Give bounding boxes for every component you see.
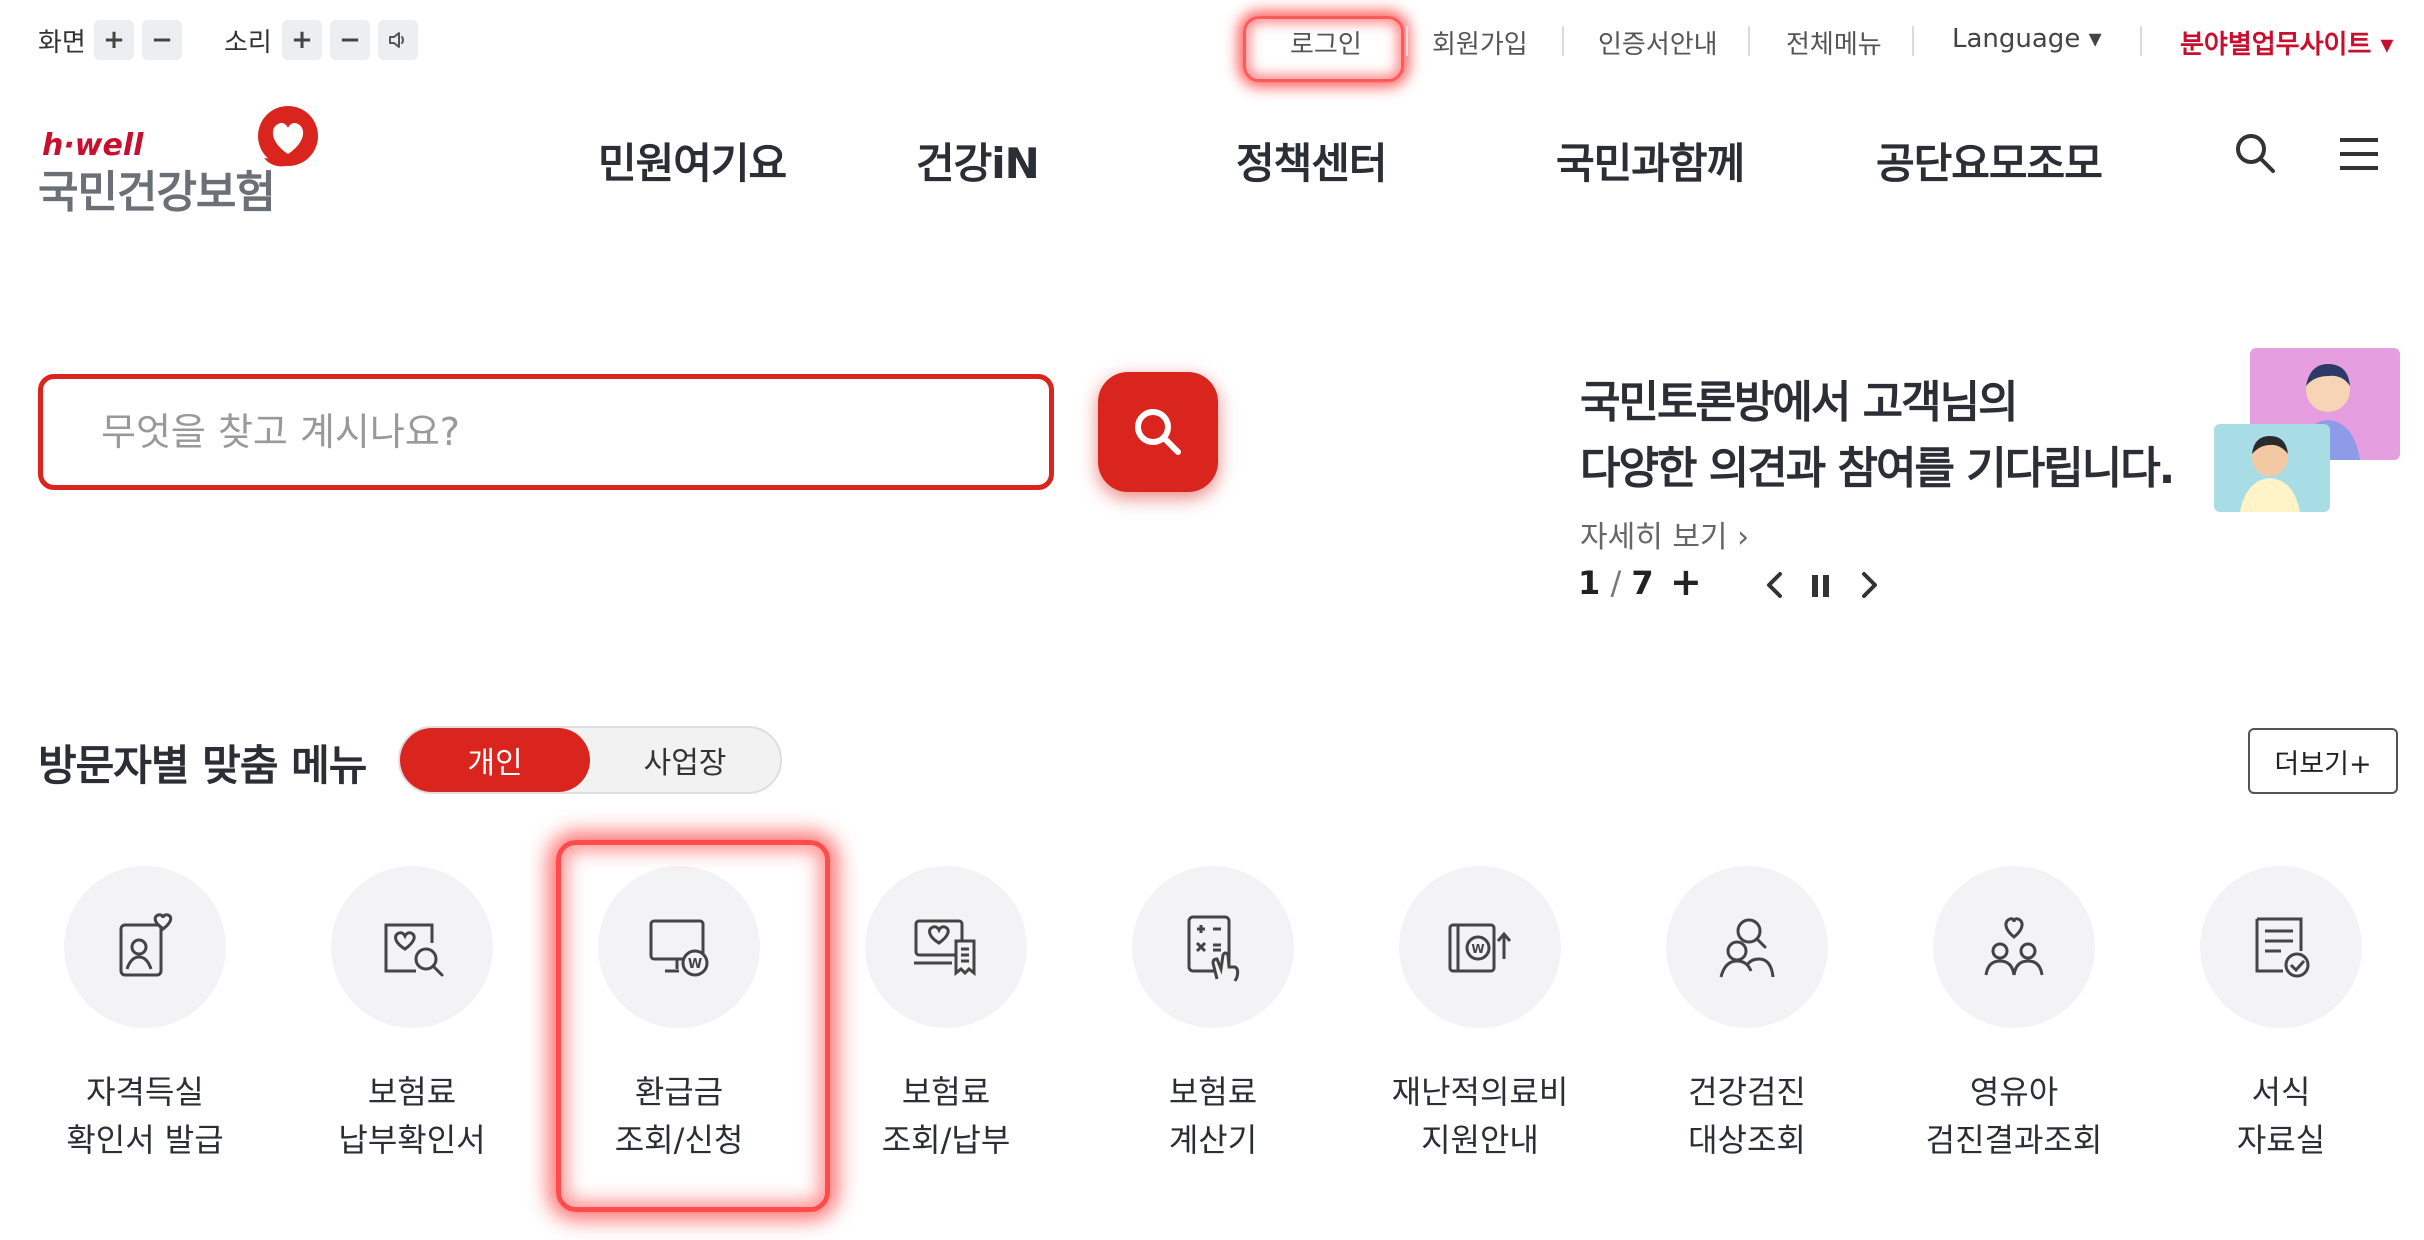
service-catastrophic-medical-button[interactable]: W xyxy=(1399,866,1561,1028)
service-label: 서식 자료실 xyxy=(2236,1073,2326,1159)
divider xyxy=(2140,26,2142,56)
more-button[interactable]: 더보기+ xyxy=(2248,728,2398,794)
banner-title-line1: 국민토론방에서 고객님의 xyxy=(1580,377,2019,428)
logo-heart-icon xyxy=(258,106,318,167)
search-icon xyxy=(1135,409,1181,455)
form-check-icon xyxy=(2255,917,2310,978)
banner-more-link[interactable]: 자세히 보기 › xyxy=(1580,512,1749,556)
discussion-illustration xyxy=(2214,348,2400,512)
hamburger-menu-icon[interactable] xyxy=(2336,134,2382,174)
divider xyxy=(1912,26,1914,56)
service-premium-calculator-button[interactable] xyxy=(1132,866,1294,1028)
all-menu-link[interactable]: 전체메뉴 xyxy=(1786,24,1882,61)
search-input[interactable] xyxy=(99,409,1049,455)
calculator-hand-icon xyxy=(1187,915,1240,982)
speaker-button[interactable] xyxy=(378,20,418,60)
slider-total: 7 xyxy=(1631,564,1654,602)
sound-up-button[interactable]: + xyxy=(282,20,322,60)
sound-down-button[interactable]: − xyxy=(330,20,370,60)
slider-prev-icon[interactable] xyxy=(1762,570,1788,600)
service-health-checkup-button[interactable] xyxy=(1666,866,1828,1028)
sound-label: 소리 xyxy=(224,28,272,58)
search-box xyxy=(38,374,1054,490)
divider xyxy=(1748,26,1750,56)
login-highlight xyxy=(1243,16,1404,82)
divider xyxy=(1406,26,1408,56)
speaker-icon xyxy=(389,32,404,48)
service-label: 보험료 계산기 xyxy=(1168,1073,1258,1159)
tab-personal[interactable]: 개인 xyxy=(400,728,590,792)
nav-civil-service[interactable]: 민원여기요 xyxy=(598,130,787,191)
service-label: 자격득실 확인서 발급 xyxy=(66,1073,224,1159)
id-card-heart-icon xyxy=(119,913,173,977)
service-premium-payment-button[interactable] xyxy=(865,866,1027,1028)
slider-pause-icon[interactable] xyxy=(1808,572,1834,600)
visitor-menu-title: 방문자별 맞춤 메뉴 xyxy=(38,741,367,790)
slider-current: 1 xyxy=(1578,564,1601,602)
service-forms-library-button[interactable] xyxy=(2200,866,2362,1028)
service-label: 영유아 검진결과조회 xyxy=(1925,1073,2103,1159)
family-heart-icon xyxy=(1984,917,2044,976)
search-button[interactable] xyxy=(1098,372,1218,492)
logo-name[interactable]: 국민건강보험 xyxy=(38,156,276,220)
document-search-icon xyxy=(384,923,444,977)
nav-health-in[interactable]: 건강iN xyxy=(916,130,1040,191)
nav-corporation-info[interactable]: 공단요모조모 xyxy=(1876,130,2103,191)
search-icon[interactable] xyxy=(2232,130,2278,176)
nav-with-citizens[interactable]: 국민과함께 xyxy=(1556,130,1745,191)
service-label: 재난적의료비 지원안내 xyxy=(1391,1073,1569,1159)
service-label: 건강검진 대상조회 xyxy=(1688,1073,1806,1159)
screen-size-label: 화면 xyxy=(38,28,86,58)
screen-zoom-out-button[interactable]: − xyxy=(142,20,182,60)
refund-highlight xyxy=(556,840,830,1212)
nav-policy-center[interactable]: 정책센터 xyxy=(1236,130,1388,191)
signup-link[interactable]: 회원가입 xyxy=(1432,24,1528,61)
monitor-receipt-icon xyxy=(914,919,976,977)
service-label: 보험료 조회/납부 xyxy=(881,1073,1011,1159)
won-book-icon: W xyxy=(1448,923,1512,973)
slider-next-icon[interactable] xyxy=(1856,570,1882,600)
svg-text:W: W xyxy=(1471,942,1484,956)
banner-title-line2: 다양한 의견과 참여를 기다립니다. xyxy=(1580,443,2175,494)
business-sites-dropdown[interactable]: 분야별업무사이트 ▾ xyxy=(2180,24,2393,61)
tab-business[interactable]: 사업장 xyxy=(590,728,780,792)
slider-plus-button[interactable]: + xyxy=(1670,560,1702,604)
service-premium-confirmation-button[interactable] xyxy=(331,866,493,1028)
service-qualification-button[interactable] xyxy=(64,866,226,1028)
screen-zoom-in-button[interactable]: + xyxy=(94,20,134,60)
certificate-guide-link[interactable]: 인증서안내 xyxy=(1598,24,1718,61)
slider-counter: 1 / 7 xyxy=(1578,564,1654,602)
person-search-icon xyxy=(1719,918,1775,978)
divider xyxy=(1562,26,1564,56)
language-dropdown[interactable]: Language ▾ xyxy=(1952,24,2102,54)
service-label: 보험료 납부확인서 xyxy=(338,1073,486,1159)
service-infant-checkup-button[interactable] xyxy=(1933,866,2095,1028)
